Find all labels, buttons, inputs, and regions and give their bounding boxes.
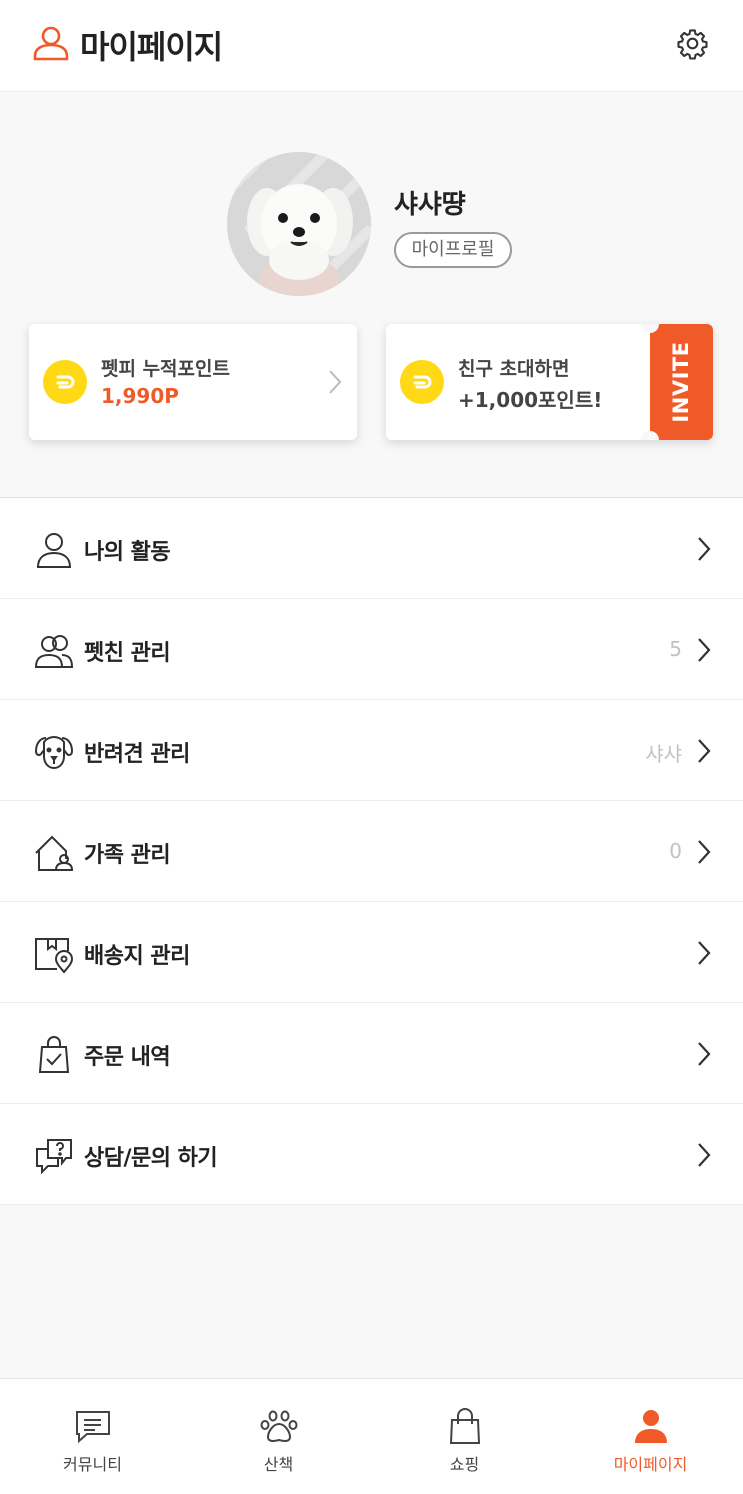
nickname: 샤샤땽 xyxy=(394,190,466,220)
chevron-right-icon xyxy=(698,739,711,763)
chevron-right-icon xyxy=(329,370,342,394)
profile-section: 샤샤땽 마이프로필 펫피 누적포인트 1,990P 친구 초대하면 +1,000… xyxy=(0,92,743,498)
menu-count: 샤샤 xyxy=(645,742,682,766)
bag-icon xyxy=(449,1408,480,1444)
invite-label: INVITE xyxy=(669,341,693,423)
nav-label: 산책 xyxy=(263,1455,294,1474)
nav-label: 마이페이지 xyxy=(613,1455,688,1474)
chevron-right-icon xyxy=(698,638,711,662)
invite-line2: +1,000포인트! xyxy=(458,388,603,412)
menu-item-orders[interactable]: 주문 내역 xyxy=(0,1003,743,1104)
points-card[interactable]: 펫피 누적포인트 1,990P xyxy=(29,324,357,440)
person-icon xyxy=(33,26,69,61)
dog-face-icon xyxy=(34,735,74,770)
top-app-bar: 마이페이지 xyxy=(0,0,743,92)
menu-label: 펫친 관리 xyxy=(84,641,171,666)
menu-list: 나의 활동 펫친 관리 5 반려견 관리 샤샤 가족 관리 0 배송지 관리 주… xyxy=(0,498,743,1205)
point-coin-icon xyxy=(43,360,87,404)
menu-item-my-activity[interactable]: 나의 활동 xyxy=(0,498,743,599)
menu-item-inquiry[interactable]: 상담/문의 하기 xyxy=(0,1104,743,1205)
menu-item-address[interactable]: 배송지 관리 xyxy=(0,902,743,1003)
ticket-notch xyxy=(641,324,659,333)
gear-icon[interactable] xyxy=(676,27,709,60)
menu-label: 반려견 관리 xyxy=(84,742,190,767)
menu-label: 주문 내역 xyxy=(84,1045,171,1070)
invite-tab[interactable]: INVITE xyxy=(641,324,713,440)
paw-icon xyxy=(260,1410,297,1442)
chevron-right-icon xyxy=(698,840,711,864)
chat-icon xyxy=(75,1411,110,1444)
dog-photo-illustration xyxy=(227,152,371,296)
nav-label: 커뮤니티 xyxy=(63,1455,122,1474)
chevron-right-icon xyxy=(698,1143,711,1167)
menu-item-family[interactable]: 가족 관리 0 xyxy=(0,801,743,902)
page-title: 마이페이지 xyxy=(80,28,223,66)
friends-icon xyxy=(34,635,74,668)
menu-count: 0 xyxy=(669,839,682,863)
menu-label: 가족 관리 xyxy=(84,843,171,868)
menu-item-dogs[interactable]: 반려견 관리 샤샤 xyxy=(0,700,743,801)
my-profile-button[interactable]: 마이프로필 xyxy=(394,232,512,268)
question-chat-icon xyxy=(36,1139,72,1175)
invite-line1: 친구 초대하면 xyxy=(458,358,570,380)
chevron-right-icon xyxy=(698,537,711,561)
nav-label: 쇼핑 xyxy=(449,1455,480,1474)
point-coin-icon xyxy=(400,360,444,404)
home-person-icon xyxy=(35,835,74,871)
nav-walk[interactable]: 산책 xyxy=(186,1379,371,1494)
chevron-right-icon xyxy=(698,941,711,965)
menu-label: 상담/문의 하기 xyxy=(84,1146,218,1171)
ticket-notch xyxy=(641,431,659,440)
points-label: 펫피 누적포인트 xyxy=(101,358,230,380)
delivery-location-icon xyxy=(35,938,74,974)
bottom-navigation: 커뮤니티 산책 쇼핑 마이페이지 xyxy=(0,1378,743,1494)
menu-label: 나의 활동 xyxy=(84,540,171,565)
nav-shopping[interactable]: 쇼핑 xyxy=(372,1379,557,1494)
menu-count: 5 xyxy=(669,637,682,661)
chevron-right-icon xyxy=(698,1042,711,1066)
shopping-bag-check-icon xyxy=(38,1036,70,1073)
invite-card[interactable]: 친구 초대하면 +1,000포인트! INVITE xyxy=(386,324,713,440)
nav-mypage[interactable]: 마이페이지 xyxy=(558,1379,743,1494)
menu-label: 배송지 관리 xyxy=(84,944,190,969)
points-value: 1,990P xyxy=(101,384,179,408)
menu-item-friends[interactable]: 펫친 관리 5 xyxy=(0,599,743,700)
person-icon xyxy=(634,1410,667,1443)
nav-community[interactable]: 커뮤니티 xyxy=(0,1379,185,1494)
person-icon xyxy=(36,533,72,568)
dog-avatar[interactable] xyxy=(227,152,371,296)
